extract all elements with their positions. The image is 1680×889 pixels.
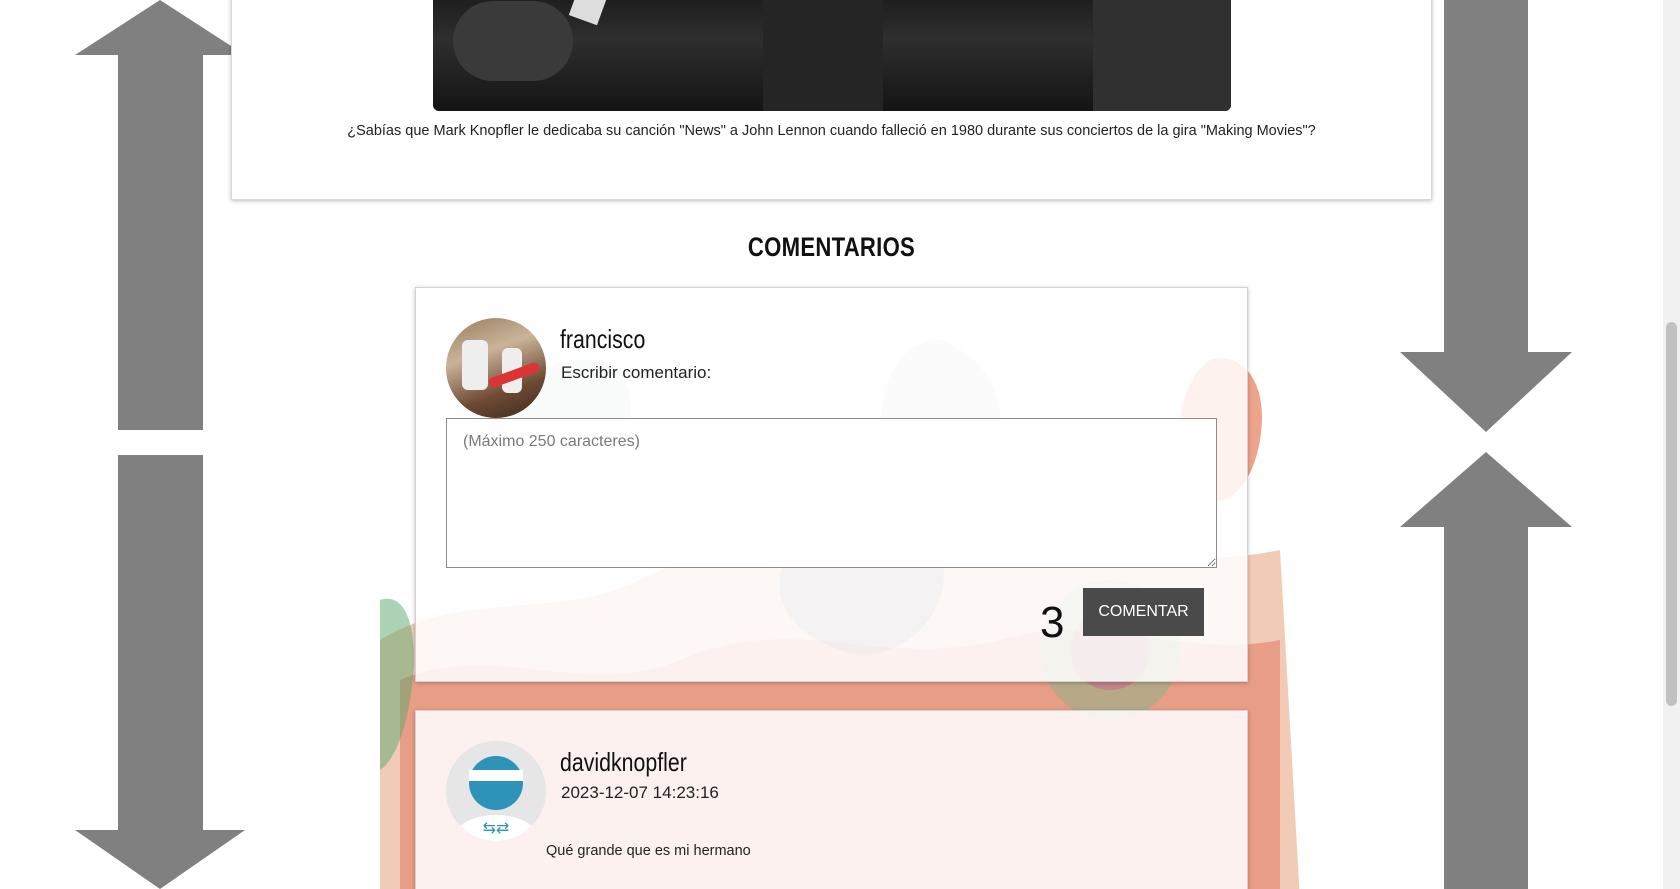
default-avatar-icon: ⇆⇄ [446, 741, 546, 841]
comment-card: ⇆⇄ davidknopfler 2023-12-07 14:23:16 Qué… [415, 710, 1248, 889]
compose-prompt-label: Escribir comentario: [561, 363, 712, 382]
svg-text:⇆⇄: ⇆⇄ [483, 818, 510, 837]
article-photo [433, 0, 1231, 111]
page-scrollbar[interactable] [1663, 0, 1680, 889]
comments-section-title: COMENTARIOS [747, 232, 916, 262]
comment-timestamp: 2023-12-07 14:23:16 [561, 783, 719, 802]
submit-comment-button[interactable]: COMENTAR [1083, 588, 1204, 636]
right-up-arrow-icon [1400, 452, 1572, 889]
scrollbar-thumb[interactable] [1666, 322, 1677, 706]
left-down-arrow-icon [75, 455, 245, 889]
comment-compose-card: francisco Escribir comentario: 3 COMENTA… [415, 287, 1248, 682]
compose-username: francisco [560, 324, 646, 354]
left-up-arrow-icon [75, 0, 245, 430]
article-card: ¿Sabías que Mark Knopfler le dedicaba su… [231, 0, 1432, 200]
comment-text: Qué grande que es mi hermano [546, 843, 751, 859]
character-counter: 3 [1040, 598, 1065, 647]
comment-username: davidknopfler [560, 747, 687, 777]
comment-input[interactable] [446, 418, 1217, 568]
article-caption: ¿Sabías que Mark Knopfler le dedicaba su… [347, 123, 1316, 139]
user-avatar [446, 318, 546, 418]
